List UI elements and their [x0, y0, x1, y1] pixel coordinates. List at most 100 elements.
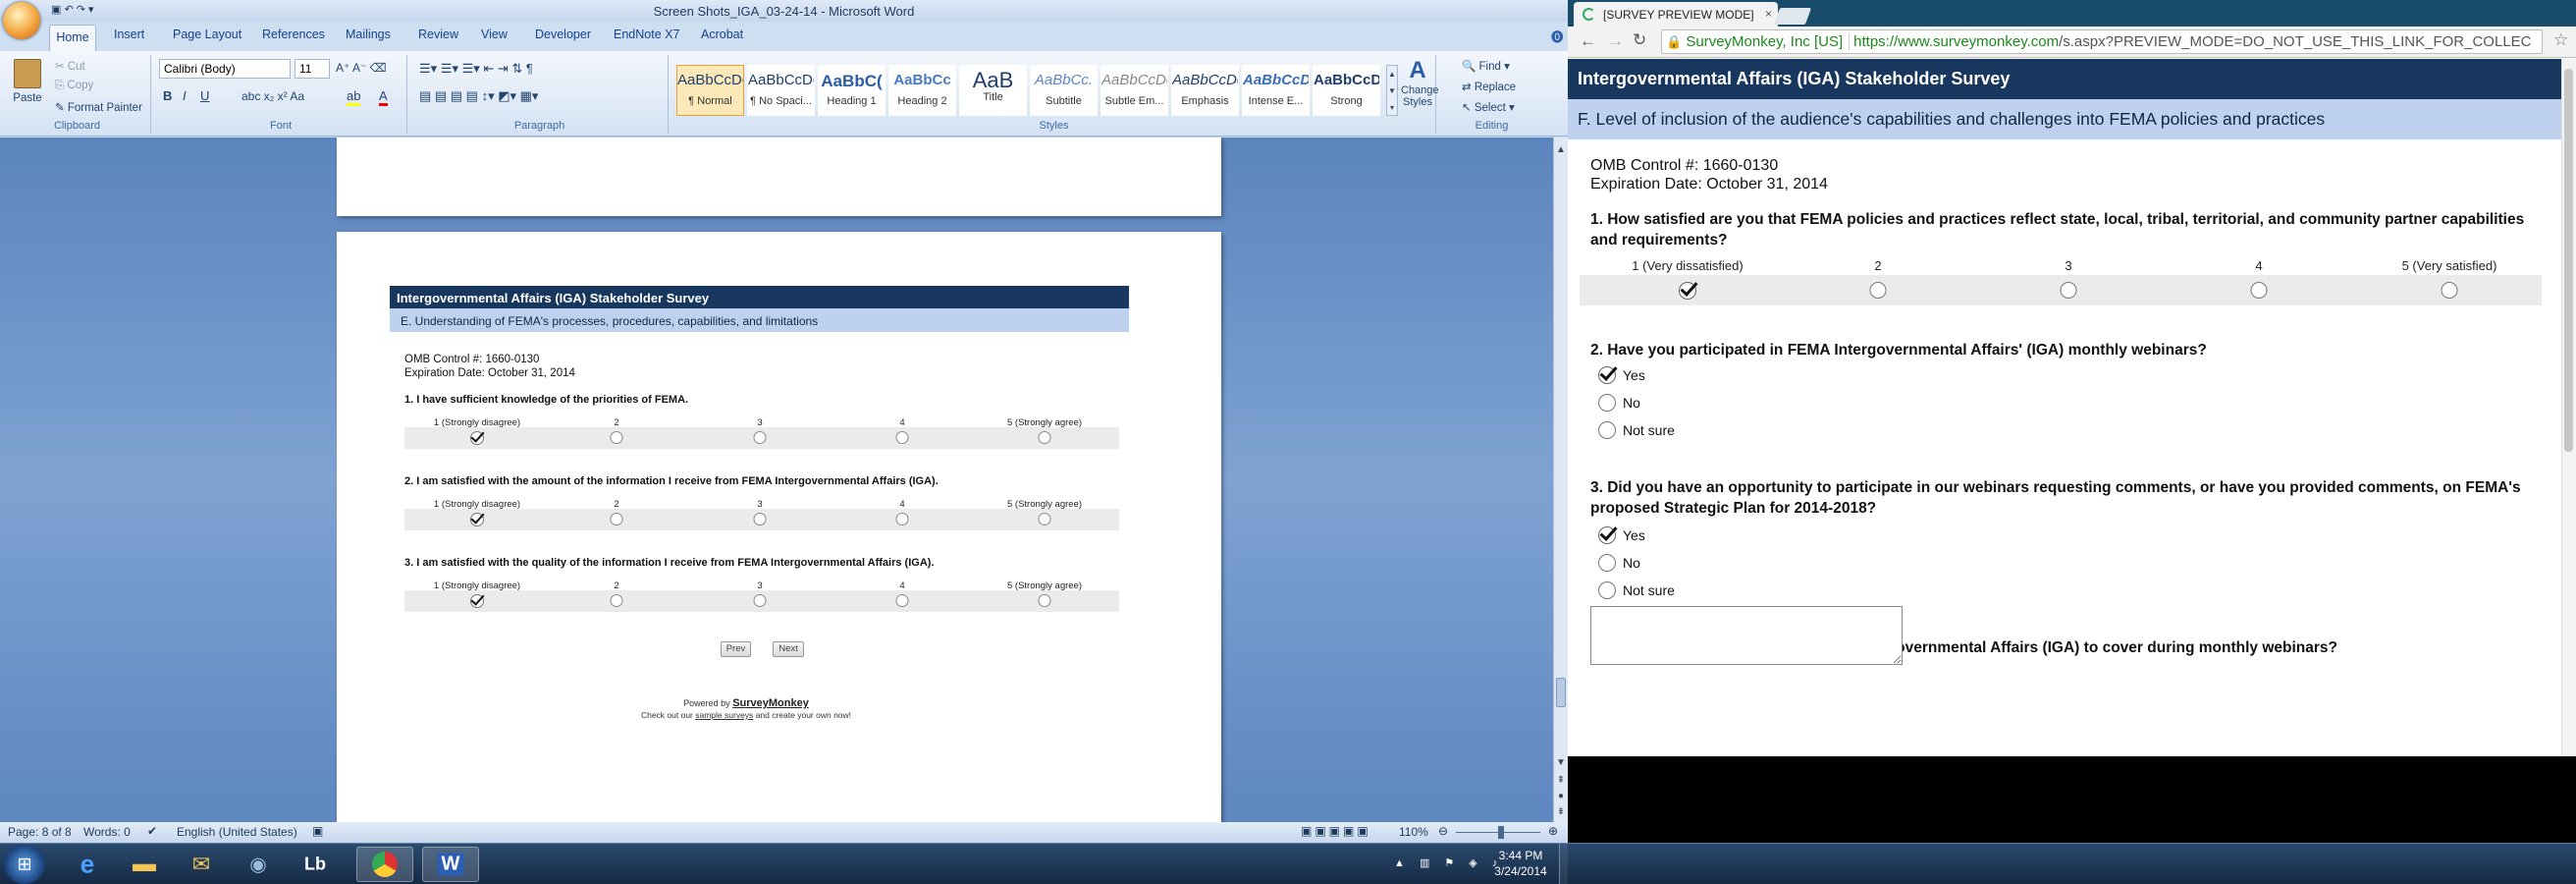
q2-radio-not-sure[interactable]: [1598, 421, 1616, 439]
doc-expiration: Expiration Date: October 31, 2014: [404, 367, 575, 379]
italic-button[interactable]: I: [183, 88, 187, 103]
font-name-select[interactable]: Calibri (Body): [159, 59, 291, 79]
tab-view[interactable]: View: [481, 28, 508, 41]
highlight-color-button[interactable]: ab: [347, 88, 361, 106]
taskbar-ie[interactable]: e: [59, 847, 116, 882]
rating-radio[interactable]: [1869, 282, 1887, 299]
rating-radio-checked[interactable]: [1679, 282, 1696, 300]
clock-date[interactable]: 3/24/2014: [1492, 864, 1549, 878]
tab-endnote[interactable]: EndNote X7: [614, 28, 679, 41]
macro-icon[interactable]: ▣: [312, 824, 323, 838]
scroll-thumb[interactable]: [1556, 678, 1566, 707]
tab-close-icon[interactable]: ×: [1765, 7, 1772, 21]
prev-page-button[interactable]: ⇞: [1554, 774, 1568, 788]
zoom-out-icon[interactable]: ⊖: [1438, 824, 1448, 838]
q3-radio-not-sure[interactable]: [1598, 581, 1616, 599]
style-heading-2[interactable]: AaBbCc Heading 2: [888, 65, 956, 116]
list-buttons[interactable]: ☰▾ ☰▾ ☰▾ ⇤ ⇥ ⇅ ¶: [419, 61, 533, 77]
start-button[interactable]: ⊞: [4, 845, 45, 884]
doc-survey-section: E. Understanding of FEMA's processes, pr…: [390, 308, 1129, 332]
q3-radio-yes[interactable]: [1598, 526, 1616, 544]
taskbar-outlook[interactable]: ✉: [173, 847, 230, 882]
rating-scale-label: 4: [2255, 258, 2263, 273]
replace-button[interactable]: ⇄ Replace: [1462, 80, 1516, 93]
styles-scroll[interactable]: ▲ ▼ ▾: [1386, 65, 1398, 116]
doc-next-button: Next: [773, 641, 804, 657]
forward-icon[interactable]: →: [1607, 31, 1624, 51]
star-icon[interactable]: ☆: [2553, 30, 2568, 50]
style-heading-1[interactable]: AaBbC(Heading 1: [818, 65, 886, 116]
q2-radio-no[interactable]: [1598, 394, 1616, 412]
style-emphasis[interactable]: AaBbCcDc Emphasis: [1171, 65, 1239, 116]
tab-references[interactable]: References: [262, 28, 325, 41]
q2-radio-yes[interactable]: [1598, 366, 1616, 384]
browse-object-button[interactable]: ●: [1554, 790, 1568, 803]
status-page[interactable]: Page: 8 of 8: [8, 825, 72, 839]
clock-time[interactable]: 3:44 PM: [1492, 849, 1549, 862]
tab-acrobat[interactable]: Acrobat: [701, 28, 743, 41]
change-styles-button[interactable]: A Change Styles: [1401, 57, 1439, 120]
tab-review[interactable]: Review: [418, 28, 458, 41]
tab-developer[interactable]: Developer: [535, 28, 591, 41]
view-buttons[interactable]: ▣▣▣▣▣: [1301, 824, 1371, 838]
strike-sub-super-buttons[interactable]: abc x₂ x² Aa: [242, 89, 304, 103]
help-icon[interactable]: ⓿: [1551, 27, 1564, 45]
address-bar[interactable]: 🔒 SurveyMonkey, Inc [US] https://www.surv…: [1661, 29, 2543, 54]
style-normal[interactable]: AaBbCcDc ¶ Normal: [676, 65, 744, 116]
rating-radio[interactable]: [2060, 282, 2077, 299]
style-no-spacing[interactable]: AaBbCcDc ¶ No Spaci...: [747, 65, 815, 116]
show-desktop-button[interactable]: [1559, 844, 1568, 884]
chrome-window: [SURVEY PREVIEW MODE] × ← → ↻ ☆ 🔒 Survey…: [1568, 0, 2576, 756]
style-intense-emphasis[interactable]: AaBbCcDcIntense E...: [1242, 65, 1310, 116]
rating-radio[interactable]: [2441, 282, 2458, 299]
bold-button[interactable]: B: [163, 88, 172, 103]
system-tray[interactable]: ▲ ▥ ⚑ ◈ ♪: [1394, 856, 1503, 869]
question-4-textarea[interactable]: [1590, 606, 1903, 665]
taskbar-media[interactable]: ◉: [230, 847, 287, 882]
find-button[interactable]: 🔍 Find ▾: [1462, 59, 1510, 73]
ev-certificate-label[interactable]: SurveyMonkey, Inc [US]: [1686, 33, 1851, 50]
page-scroll-thumb[interactable]: [2564, 69, 2573, 452]
font-color-button[interactable]: A: [379, 88, 388, 106]
font-size-select[interactable]: 11: [295, 59, 330, 79]
select-button[interactable]: ↖ Select ▾: [1462, 100, 1515, 114]
taskbar-word[interactable]: W: [422, 847, 479, 882]
taskbar-explorer[interactable]: ▬: [116, 847, 173, 882]
zoom-slider[interactable]: ⊖ ⊕: [1438, 824, 1558, 839]
style-title[interactable]: AaB Title: [959, 65, 1027, 116]
status-words[interactable]: Words: 0: [83, 825, 131, 839]
q3-option-label: Yes: [1623, 527, 1645, 543]
grow-shrink-font-buttons[interactable]: A⁺ A⁻ ⌫: [336, 61, 387, 75]
taskbar-chrome[interactable]: [356, 847, 413, 882]
cut-button[interactable]: ✂ Cut: [55, 59, 85, 73]
reload-icon[interactable]: ↻: [1633, 30, 1646, 50]
tab-page-layout[interactable]: Page Layout: [173, 28, 242, 41]
rating-radio[interactable]: [2250, 282, 2268, 299]
proofing-icon[interactable]: ✔: [147, 824, 157, 838]
q3-radio-no[interactable]: [1598, 554, 1616, 572]
browser-tab[interactable]: [SURVEY PREVIEW MODE] ×: [1574, 2, 1778, 27]
tab-insert[interactable]: Insert: [114, 28, 144, 41]
back-icon[interactable]: ←: [1580, 31, 1596, 51]
underline-button[interactable]: U: [200, 88, 209, 103]
zoom-level[interactable]: 110%: [1399, 825, 1428, 839]
scroll-up-button[interactable]: ▲: [1554, 143, 1568, 157]
style-subtle-emphasis[interactable]: AaBbCcDc Subtle Em...: [1100, 65, 1168, 116]
q3-option-label: Not sure: [1623, 582, 1675, 598]
tab-mailings[interactable]: Mailings: [346, 28, 391, 41]
document-vertical-scrollbar[interactable]: ▲ ▼ ⇞ ● ⇟: [1553, 138, 1568, 822]
paste-button[interactable]: Paste: [10, 57, 45, 114]
format-painter-button[interactable]: ✎ Format Painter: [55, 100, 142, 114]
scroll-down-button[interactable]: ▼: [1554, 756, 1568, 770]
align-buttons[interactable]: ▤ ▤ ▤ ▤ ↕▾ ◩▾ ▦▾: [419, 88, 538, 104]
tab-home[interactable]: Home: [49, 25, 96, 51]
status-language[interactable]: English (United States): [177, 825, 297, 839]
style-strong[interactable]: AaBbCcDcStrong: [1313, 65, 1380, 116]
style-subtitle[interactable]: AaBbCc. Subtitle: [1030, 65, 1098, 116]
new-tab-button[interactable]: [1773, 8, 1812, 25]
taskbar-lync[interactable]: Lb: [287, 847, 344, 882]
zoom-in-icon[interactable]: ⊕: [1548, 824, 1558, 838]
copy-button[interactable]: ⎘ Copy: [55, 80, 93, 92]
office-button[interactable]: [3, 2, 40, 39]
next-page-button[interactable]: ⇟: [1554, 805, 1568, 819]
